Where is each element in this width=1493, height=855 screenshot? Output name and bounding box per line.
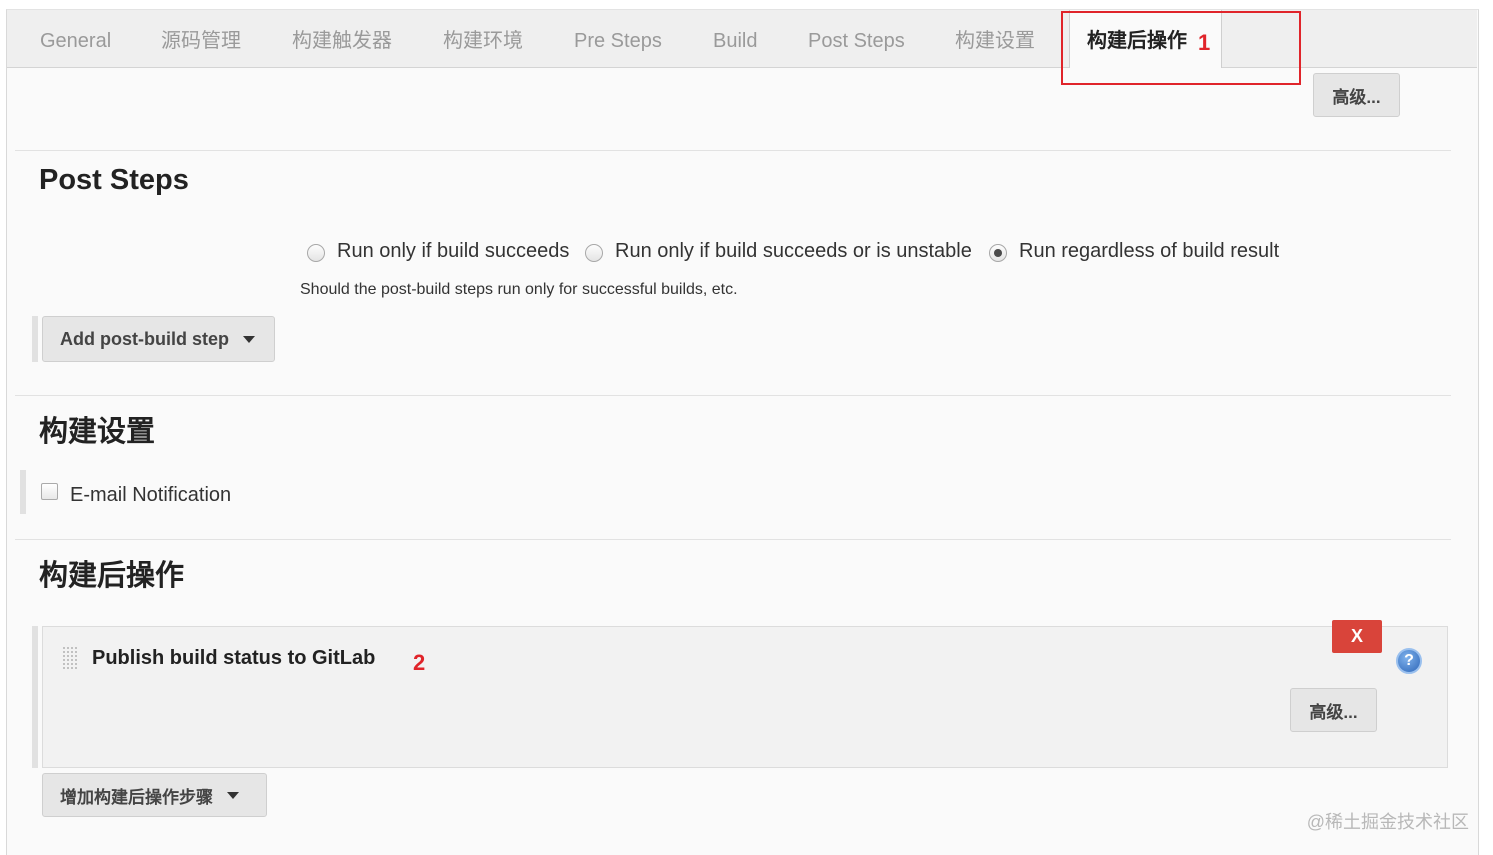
advanced-button-action[interactable]: 高级... bbox=[1290, 688, 1377, 732]
delete-action-button[interactable]: X bbox=[1332, 620, 1382, 653]
section-title-post-steps: Post Steps bbox=[39, 164, 189, 196]
highlight-box bbox=[1061, 11, 1301, 85]
annotation-2: 2 bbox=[413, 650, 426, 675]
tab-general[interactable]: General bbox=[40, 10, 111, 67]
advanced-button-top[interactable]: 高级... bbox=[1313, 73, 1400, 117]
add-post-build-step-label: Add post-build step bbox=[60, 328, 229, 349]
radio-run-if-succeeds[interactable] bbox=[307, 244, 325, 262]
divider bbox=[15, 150, 1451, 151]
help-icon[interactable]: ? bbox=[1396, 648, 1422, 674]
email-notification-label: E-mail Notification bbox=[70, 484, 232, 506]
add-post-build-action-label: 增加构建后操作步骤 bbox=[60, 787, 213, 807]
tab-build[interactable]: Build bbox=[713, 10, 757, 67]
post-build-action-title: Publish build status to GitLab bbox=[92, 647, 376, 669]
tab-build-triggers[interactable]: 构建触发器 bbox=[292, 10, 392, 67]
radio-label-succeeds-or-unstable: Run only if build succeeds or is unstabl… bbox=[615, 240, 972, 262]
section-left-bar bbox=[20, 470, 26, 514]
divider bbox=[15, 539, 1451, 540]
watermark: @稀土掘金技术社区 bbox=[1306, 812, 1469, 832]
post-steps-hint: Should the post-build steps run only for… bbox=[300, 281, 738, 298]
section-left-bar bbox=[32, 316, 38, 362]
add-post-build-action-button[interactable]: 增加构建后操作步骤 bbox=[42, 773, 267, 817]
drag-handle-icon[interactable] bbox=[62, 646, 78, 670]
radio-label-regardless: Run regardless of build result bbox=[1019, 240, 1280, 262]
tab-source-management[interactable]: 源码管理 bbox=[161, 10, 241, 67]
radio-run-regardless[interactable] bbox=[989, 244, 1007, 262]
radio-label-succeeds: Run only if build succeeds bbox=[337, 240, 570, 262]
chevron-down-icon bbox=[227, 791, 239, 799]
tab-build-settings[interactable]: 构建设置 bbox=[955, 10, 1035, 67]
add-post-build-step-button[interactable]: Add post-build step bbox=[42, 316, 275, 362]
chevron-down-icon bbox=[242, 335, 255, 343]
section-left-bar bbox=[32, 626, 38, 768]
divider bbox=[15, 395, 1451, 396]
tab-build-environment[interactable]: 构建环境 bbox=[443, 10, 523, 67]
tab-pre-steps[interactable]: Pre Steps bbox=[574, 10, 662, 67]
section-title-build-settings: 构建设置 bbox=[39, 416, 156, 448]
tab-post-steps[interactable]: Post Steps bbox=[808, 10, 905, 67]
radio-run-if-succeeds-or-unstable[interactable] bbox=[585, 244, 603, 262]
email-notification-checkbox[interactable] bbox=[41, 483, 58, 500]
section-title-post-build-actions: 构建后操作 bbox=[39, 560, 185, 592]
